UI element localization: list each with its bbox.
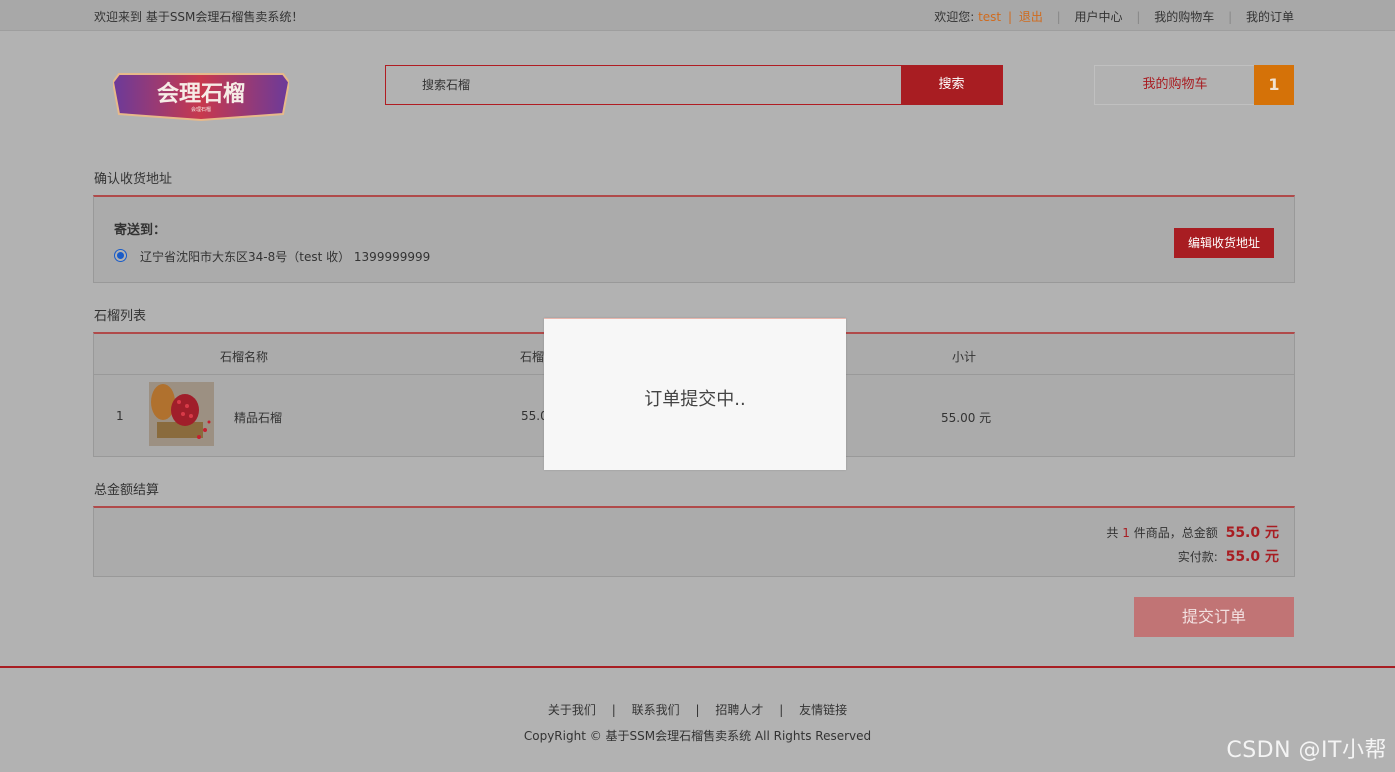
- copyright-text: CopyRight © 基于SSM会理石榴售卖系统 All Rights Res…: [523, 729, 872, 743]
- summary-item-count: 1: [1122, 526, 1130, 540]
- footer-links: 关于我们 | 联系我们 | 招聘人才 | 友情链接: [0, 701, 1395, 718]
- nav-my-orders[interactable]: 我的订单: [1246, 8, 1294, 25]
- order-submitting-dialog: 订单提交中..: [544, 318, 846, 470]
- row-index: 1: [116, 409, 124, 423]
- nav-user-center[interactable]: 用户中心: [1075, 8, 1123, 25]
- user-divider: |: [1007, 10, 1012, 24]
- logo-text: 会理石榴: [157, 81, 245, 107]
- footer-separator: |: [695, 703, 700, 717]
- summary-section-title: 总金额结算: [94, 483, 160, 498]
- nav-separator: |: [1136, 10, 1141, 24]
- footer-link-contact[interactable]: 联系我们: [632, 703, 680, 717]
- edit-address-button[interactable]: 编辑收货地址: [1174, 228, 1274, 258]
- nav-separator: |: [1228, 10, 1233, 24]
- footer: 关于我们 | 联系我们 | 招聘人才 | 友情链接 CopyRight © 基于…: [0, 666, 1395, 772]
- product-thumbnail[interactable]: [149, 382, 214, 446]
- cart-count-badge: 1: [1254, 65, 1294, 105]
- welcome-text: 欢迎来到 基于SSM会理石榴售卖系统！: [94, 10, 304, 24]
- summary-paid-line: 实付款: 55.0 元: [1178, 546, 1279, 566]
- summary-middle: 件商品，总金额: [1133, 526, 1218, 540]
- submit-order-button[interactable]: 提交订单: [1134, 597, 1294, 637]
- paid-amount: 55.0 元: [1225, 549, 1279, 565]
- search-input[interactable]: [386, 66, 902, 104]
- watermark: CSDN @IT小帮: [1226, 738, 1387, 763]
- summary-prefix: 共: [1106, 526, 1119, 540]
- row-product-name[interactable]: 精品石榴: [234, 409, 282, 426]
- nav-my-cart[interactable]: 我的购物车: [1154, 8, 1214, 25]
- summary-box: 共 1 件商品，总金额 55.0 元 实付款: 55.0 元: [93, 506, 1295, 577]
- row-subtotal: 55.00 元: [941, 411, 992, 425]
- site-logo[interactable]: 会理石榴 会理石榴: [111, 68, 291, 122]
- greeting-text: 欢迎您:: [934, 10, 975, 24]
- search-bar: 搜索: [385, 65, 1003, 105]
- header-product-name: 石榴名称: [220, 350, 269, 364]
- summary-total-line: 共 1 件商品，总金额 55.0 元: [1106, 522, 1279, 542]
- footer-link-jobs[interactable]: 招聘人才: [715, 703, 763, 717]
- send-to-label: 寄送到：: [114, 223, 167, 238]
- top-bar: 欢迎来到 基于SSM会理石榴售卖系统！ 欢迎您: test | 退出 | 用户中…: [0, 0, 1395, 31]
- product-list-title: 石榴列表: [94, 309, 147, 324]
- top-nav: 欢迎您: test | 退出 | 用户中心 | 我的购物车 | 我的订单: [934, 8, 1294, 25]
- address-box: 寄送到： 辽宁省沈阳市大东区34-8号（test 收） 1399999999 编…: [93, 195, 1295, 283]
- cart-label[interactable]: 我的购物车: [1095, 66, 1255, 104]
- address-radio[interactable]: [114, 249, 127, 262]
- footer-separator: |: [611, 703, 616, 717]
- nav-separator: |: [1056, 10, 1061, 24]
- logo-subtext: 会理石榴: [191, 106, 211, 113]
- address-text[interactable]: 辽宁省沈阳市大东区34-8号（test 收） 1399999999: [140, 248, 430, 265]
- header-subtotal: 小计: [952, 350, 977, 364]
- summary-total-amount: 55.0 元: [1225, 525, 1279, 541]
- search-button[interactable]: 搜索: [901, 65, 1002, 105]
- footer-link-friends[interactable]: 友情链接: [799, 703, 847, 717]
- footer-link-about[interactable]: 关于我们: [548, 703, 596, 717]
- footer-separator: |: [779, 703, 784, 717]
- logout-link[interactable]: 退出: [1019, 8, 1043, 25]
- dialog-message: 订单提交中..: [644, 389, 746, 410]
- cart-widget[interactable]: 我的购物车 1: [1094, 65, 1294, 105]
- paid-label: 实付款:: [1177, 550, 1218, 564]
- address-section-title: 确认收货地址: [94, 172, 173, 187]
- username-link[interactable]: test: [978, 10, 1001, 24]
- header-price: 石榴: [520, 350, 545, 364]
